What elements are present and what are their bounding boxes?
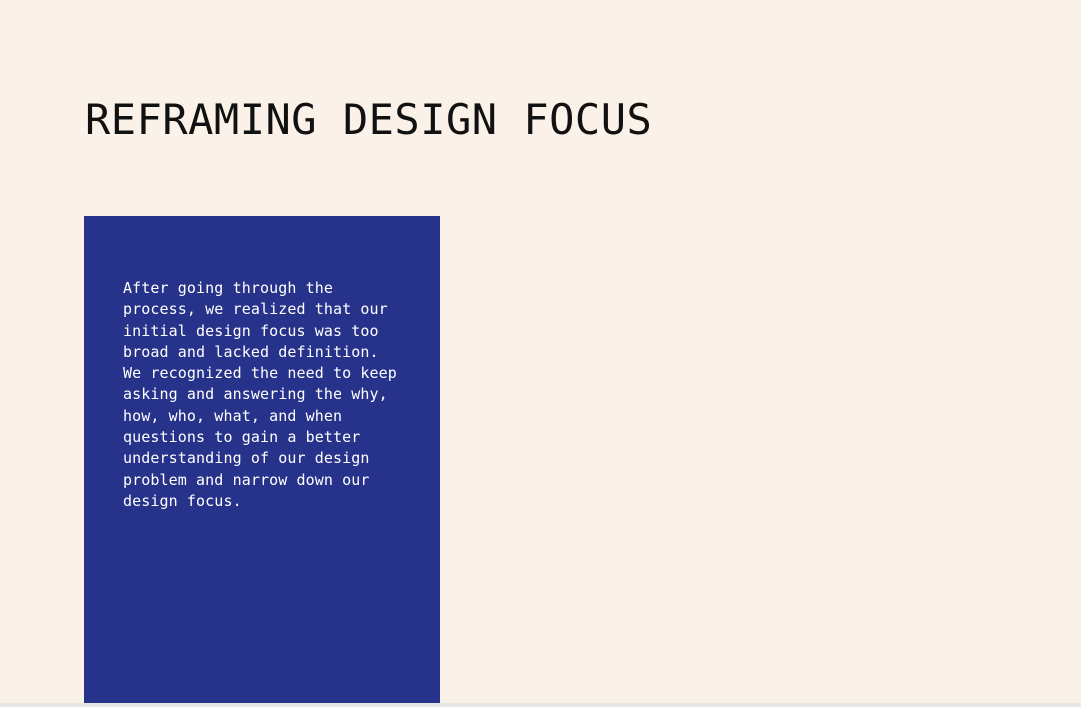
slide-page: REFRAMING DESIGN FOCUS After going throu… (0, 0, 1081, 703)
bottom-scroll-edge (0, 703, 1081, 707)
card-body-text: After going through the process, we real… (123, 279, 397, 510)
page-title: REFRAMING DESIGN FOCUS (85, 95, 653, 144)
content-card: After going through the process, we real… (84, 216, 440, 703)
